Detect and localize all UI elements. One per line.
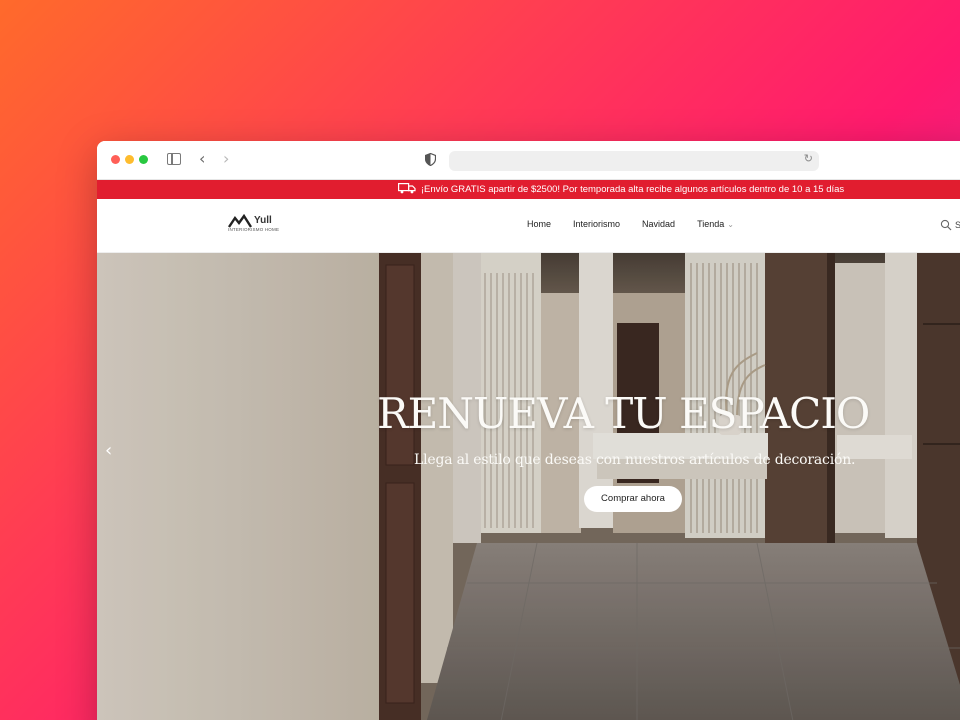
nav-item-home[interactable]: Home	[527, 219, 551, 229]
truck-icon	[397, 182, 416, 194]
chevron-left-icon[interactable]: ‹	[199, 149, 205, 169]
chevron-left-icon[interactable]: ‹	[105, 440, 112, 461]
nav-item-tienda[interactable]: Tienda ⌄	[697, 219, 734, 229]
logo-name: Yull	[254, 215, 272, 226]
maximize-window-button[interactable]	[139, 155, 148, 164]
search-icon[interactable]	[940, 219, 952, 231]
logo-tagline: INTERIORISMO HOME	[228, 227, 280, 232]
promo-text: ¡Envío GRATIS apartir de $2500! Por temp…	[420, 184, 845, 195]
browser-toolbar: ‹ › ↻	[97, 141, 960, 180]
close-window-button[interactable]	[111, 155, 120, 164]
site-header: Yull INTERIORISMO HOME Home Interiorismo…	[97, 199, 960, 253]
nav-item-interiorismo[interactable]: Interiorismo	[573, 219, 620, 229]
shop-now-button[interactable]: Comprar ahora	[584, 486, 682, 512]
promo-bar: ¡Envío GRATIS apartir de $2500! Por temp…	[97, 180, 960, 199]
hero-background-image	[97, 253, 960, 720]
hero-title: RENUEVA TU ESPACIO	[377, 389, 870, 438]
nav-item-navidad[interactable]: Navidad	[642, 219, 675, 229]
address-bar[interactable]: ↻	[449, 151, 819, 171]
main-nav: Home Interiorismo Navidad Tienda ⌄	[527, 219, 756, 229]
hero-subtitle: Llega al estilo que deseas con nuestros …	[414, 452, 856, 468]
hero-slider: RENUEVA TU ESPACIO Llega al estilo que d…	[97, 253, 960, 720]
reload-icon[interactable]: ↻	[804, 152, 813, 165]
chevron-right-icon[interactable]: ›	[223, 149, 229, 169]
sidebar-toggle-icon[interactable]	[167, 153, 181, 165]
chevron-down-icon: ⌄	[727, 220, 734, 229]
logo-mark-icon	[228, 214, 252, 228]
shield-icon[interactable]	[425, 153, 436, 166]
logo[interactable]: Yull INTERIORISMO HOME	[228, 214, 288, 236]
browser-window: ‹ › ↻ ¡Envío GRATIS apartir de $2500! Po…	[97, 141, 960, 720]
search-label[interactable]: S	[955, 220, 960, 230]
minimize-window-button[interactable]	[125, 155, 134, 164]
